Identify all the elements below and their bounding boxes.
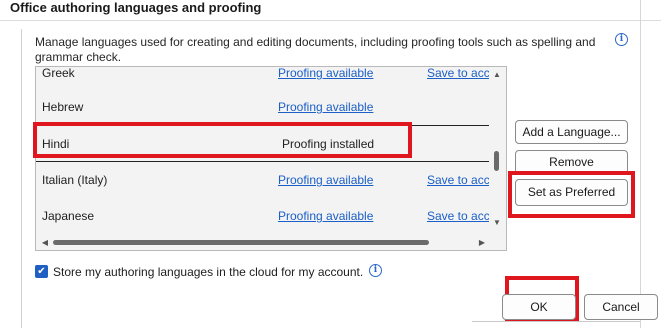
cancel-button[interactable]: Cancel bbox=[584, 294, 658, 320]
highlight-box-hindi bbox=[33, 122, 412, 158]
language-name: Italian (Italy) bbox=[42, 173, 108, 187]
store-cloud-checkbox[interactable]: ✔ bbox=[35, 265, 48, 278]
remove-label: Remove bbox=[549, 155, 594, 169]
vertical-scroll-thumb[interactable] bbox=[494, 151, 499, 171]
group-border bbox=[21, 29, 22, 328]
language-name: Hebrew bbox=[42, 100, 84, 114]
title-divider bbox=[0, 20, 661, 21]
section-title: Office authoring languages and proofing bbox=[10, 0, 262, 15]
scroll-right-icon[interactable]: ▶ bbox=[474, 238, 490, 247]
ok-label: OK bbox=[530, 300, 548, 314]
language-row-hebrew[interactable]: Hebrew Proofing available bbox=[36, 89, 489, 125]
add-language-button[interactable]: Add a Language... bbox=[515, 120, 628, 144]
section-description: Manage languages used for creating and e… bbox=[35, 35, 596, 64]
footer-divider bbox=[472, 321, 640, 322]
store-cloud-label: Store my authoring languages in the clou… bbox=[53, 265, 364, 279]
language-row-italian[interactable]: Italian (Italy) Proofing available Save … bbox=[36, 162, 496, 198]
panel-border bbox=[640, 0, 641, 328]
language-row-greek[interactable]: Greek Proofing available Save to acco bbox=[36, 66, 496, 91]
scroll-left-icon[interactable]: ◀ bbox=[37, 238, 53, 247]
add-language-label: Add a Language... bbox=[522, 125, 621, 139]
ok-button[interactable]: OK bbox=[502, 294, 576, 320]
set-as-preferred-button[interactable]: Set as Preferred bbox=[515, 179, 628, 206]
language-list[interactable]: Greek Proofing available Save to acco He… bbox=[35, 66, 507, 251]
save-to-account-link[interactable]: Save to acco bbox=[427, 173, 496, 187]
language-row-japanese[interactable]: Japanese Proofing available Save to acco bbox=[36, 198, 496, 234]
info-icon[interactable]: i bbox=[369, 264, 382, 277]
proofing-link[interactable]: Proofing available bbox=[278, 173, 373, 187]
proofing-link[interactable]: Proofing available bbox=[278, 67, 373, 80]
scroll-down-icon[interactable]: ▼ bbox=[489, 218, 505, 227]
scroll-up-icon[interactable]: ▲ bbox=[489, 70, 505, 79]
save-to-account-link[interactable]: Save to acco bbox=[427, 67, 496, 80]
save-to-account-link[interactable]: Save to acco bbox=[427, 209, 496, 223]
proofing-link[interactable]: Proofing available bbox=[278, 209, 373, 223]
horizontal-scrollbar[interactable]: ◀ ▶ bbox=[36, 235, 506, 250]
vertical-scrollbar[interactable]: ▲ ▼ bbox=[489, 67, 505, 235]
cancel-label: Cancel bbox=[602, 300, 640, 314]
language-name: Japanese bbox=[42, 209, 95, 223]
set-as-preferred-label: Set as Preferred bbox=[527, 185, 616, 199]
language-name: Greek bbox=[42, 66, 75, 80]
proofing-link[interactable]: Proofing available bbox=[278, 100, 373, 114]
horizontal-scroll-thumb[interactable] bbox=[53, 240, 429, 245]
info-icon[interactable]: i bbox=[615, 33, 628, 46]
